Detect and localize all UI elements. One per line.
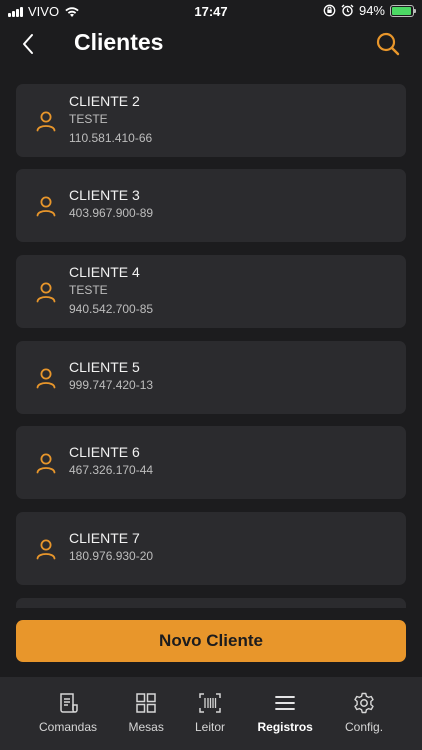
gear-icon xyxy=(352,691,376,715)
client-name: CLIENTE 3 xyxy=(69,187,140,203)
tab-label: Leitor xyxy=(195,720,226,734)
alarm-icon xyxy=(341,4,354,17)
client-document: 110.581.410-66 xyxy=(69,131,153,145)
client-info: CLIENTE 4 TESTE 940.542.700-85 xyxy=(69,263,153,319)
client-note: TESTE xyxy=(69,283,108,297)
menu-icon xyxy=(273,691,297,715)
status-bar: VIVO 17:47 94% xyxy=(0,0,422,24)
client-info: CLIENTE 2 TESTE 110.581.410-66 xyxy=(69,92,152,148)
tab-leitor[interactable]: Leitor xyxy=(195,691,225,734)
orientation-lock-icon xyxy=(323,4,336,17)
battery-percent: 94% xyxy=(358,3,385,18)
client-card-partial[interactable] xyxy=(16,598,406,608)
client-document: 467.326.170-44 xyxy=(69,463,154,477)
barcode-icon xyxy=(198,691,222,715)
tab-bar: Comandas Mesas Leitor Registros Config. xyxy=(0,677,422,750)
client-info: CLIENTE 5 999.747.420-13 xyxy=(69,358,153,395)
client-document: 180.976.930-20 xyxy=(69,549,154,563)
battery-icon xyxy=(390,4,416,17)
tab-config[interactable]: Config. xyxy=(345,691,383,734)
client-card[interactable]: CLIENTE 5 999.747.420-13 xyxy=(16,341,406,414)
user-icon xyxy=(35,195,57,217)
client-info: CLIENTE 7 180.976.930-20 xyxy=(69,529,153,566)
client-name: CLIENTE 5 xyxy=(69,359,140,375)
client-card[interactable]: CLIENTE 3 403.967.900-89 xyxy=(16,169,406,242)
page-title: Clientes xyxy=(74,29,164,55)
client-list[interactable]: CLIENTE 2 TESTE 110.581.410-66 CLIENTE 3 403… xyxy=(16,84,406,608)
client-name: CLIENTE 4 xyxy=(69,264,140,280)
user-icon xyxy=(35,538,57,560)
status-right: 94% xyxy=(323,3,416,18)
client-name: CLIENTE 6 xyxy=(69,444,140,460)
receipt-icon xyxy=(56,691,80,715)
client-document: 940.542.700-85 xyxy=(69,302,154,316)
user-icon xyxy=(35,367,57,389)
client-document: 403.967.900-89 xyxy=(69,206,154,220)
client-info: CLIENTE 3 403.967.900-89 xyxy=(69,186,153,223)
grid-icon xyxy=(134,691,158,715)
new-client-button[interactable]: Novo Cliente xyxy=(16,620,406,662)
header: Clientes xyxy=(0,24,422,66)
client-name: CLIENTE 2 xyxy=(69,93,140,109)
client-card[interactable]: CLIENTE 6 467.326.170-44 xyxy=(16,426,406,499)
client-document: 999.747.420-13 xyxy=(69,378,154,392)
user-icon xyxy=(35,452,57,474)
client-name: CLIENTE 7 xyxy=(69,530,140,546)
tab-comandas[interactable]: Comandas xyxy=(39,691,97,734)
back-button[interactable] xyxy=(14,30,42,58)
user-icon xyxy=(35,110,57,132)
client-note: TESTE xyxy=(69,112,108,126)
tab-label: Registros xyxy=(257,720,313,734)
search-icon xyxy=(376,32,400,56)
tab-label: Config. xyxy=(345,720,384,734)
tab-label: Mesas xyxy=(128,720,164,734)
search-button[interactable] xyxy=(374,30,402,58)
client-card[interactable]: CLIENTE 7 180.976.930-20 xyxy=(16,512,406,585)
tab-label: Comandas xyxy=(39,720,98,734)
tab-registros[interactable]: Registros xyxy=(258,691,313,734)
client-card[interactable]: CLIENTE 2 TESTE 110.581.410-66 xyxy=(16,84,406,157)
tab-mesas[interactable]: Mesas xyxy=(129,691,164,734)
client-info: CLIENTE 6 467.326.170-44 xyxy=(69,443,153,480)
client-card[interactable]: CLIENTE 4 TESTE 940.542.700-85 xyxy=(16,255,406,328)
user-icon xyxy=(35,281,57,303)
chevron-left-icon xyxy=(23,34,33,54)
